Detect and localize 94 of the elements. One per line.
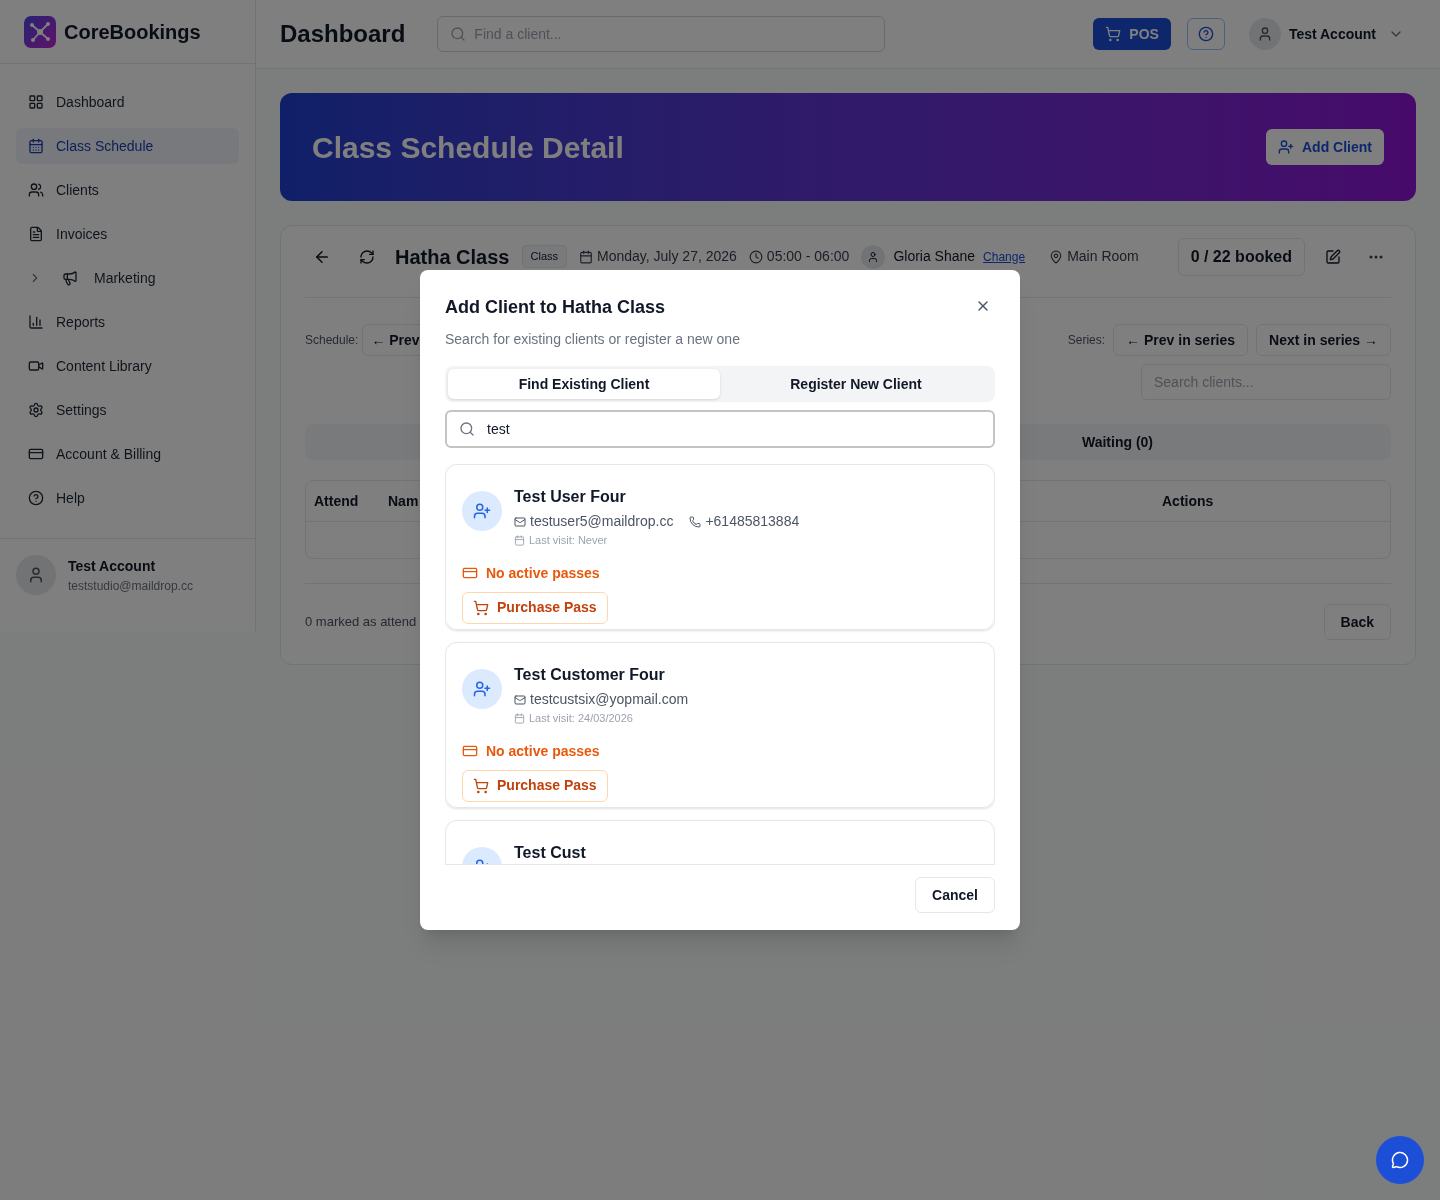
phone-icon <box>689 515 702 528</box>
pin-icon <box>1049 249 1064 264</box>
pass-status: No active passes <box>462 562 978 584</box>
client-email: testuser5@maildrop.cc <box>514 511 674 532</box>
add-client-button[interactable]: Add Client <box>1266 129 1384 165</box>
nav-icon <box>62 270 78 286</box>
purchase-pass-button[interactable]: Purchase Pass <box>462 591 608 624</box>
brand-name: CoreBookings <box>64 19 201 45</box>
user-plus-icon <box>462 669 502 709</box>
sidebar-item[interactable]: Marketing <box>16 260 239 296</box>
user-icon <box>867 250 880 263</box>
class-date: Monday, July 27, 2026 <box>579 246 737 267</box>
cancel-button[interactable]: Cancel <box>915 877 995 913</box>
schedule-label: Schedule: <box>305 332 359 349</box>
column-header: Nam <box>388 491 419 511</box>
instructor-name: Gloria Shane <box>893 247 976 266</box>
sidebar-item[interactable]: Invoices <box>16 216 239 252</box>
room: Main Room <box>1049 246 1139 267</box>
logo-icon <box>24 15 56 48</box>
card-icon <box>462 743 478 759</box>
more-icon <box>1369 254 1383 259</box>
client-card[interactable]: Test Customer Four testcustsix@yopmail.com Last visit: 24/03/2026 No active passes Purchase Pass <box>445 642 995 808</box>
last-visit: Last visit: 24/03/2026 <box>514 710 689 727</box>
last-visit: Last visit: Never <box>514 532 800 549</box>
class-badge: Class <box>521 245 567 268</box>
change-link[interactable]: Change <box>983 247 1026 266</box>
column-header: Actions <box>1162 491 1215 511</box>
user-icon <box>27 566 45 584</box>
client-phone: +61485813884 <box>689 511 800 532</box>
sidebar-item[interactable]: Class Schedule <box>16 128 239 164</box>
user-email: teststudio@maildrop.cc <box>68 577 193 595</box>
attendance-summary: 0 marked as attend <box>305 613 417 632</box>
booked-count: 0 / 22 booked <box>1177 237 1305 276</box>
banner-title: Class Schedule Detail <box>312 129 624 166</box>
client-card[interactable]: Test Cust <box>445 820 995 864</box>
calendar-icon <box>514 712 525 724</box>
page-title: Dashboard <box>280 19 406 49</box>
sidebar-item[interactable]: Content Library <box>16 348 239 384</box>
mail-icon <box>514 693 526 706</box>
calendar-icon <box>579 249 593 264</box>
cart-icon <box>473 777 489 794</box>
calendar-icon <box>514 534 525 546</box>
client-card[interactable]: Test User Four testuser5@maildrop.cc +61485813884 Last visit: Never No active passes Purchase Pass <box>445 464 995 630</box>
user-plus-icon <box>462 491 502 531</box>
column-header: Attend <box>314 491 360 511</box>
nav-icon <box>28 446 44 462</box>
dialog-subtitle: Search for existing clients or register a new one <box>445 330 741 349</box>
chat-icon <box>1391 1151 1409 1169</box>
nav-icon <box>28 138 44 154</box>
search-icon <box>450 26 467 42</box>
search-icon <box>459 421 475 437</box>
class-time: 05:00 - 06:00 <box>748 246 850 267</box>
tab[interactable]: Register New Client <box>720 369 992 399</box>
sidebar-item[interactable]: Dashboard <box>16 84 239 120</box>
sidebar-item[interactable]: Help <box>16 480 239 516</box>
nav-icon <box>28 358 44 374</box>
dialog-title: Add Client to Hatha Class <box>445 296 666 319</box>
clock-icon <box>748 249 763 264</box>
pos-button[interactable]: POS <box>1093 18 1171 50</box>
sidebar-item[interactable]: Settings <box>16 392 239 428</box>
nav-icon <box>28 226 44 242</box>
client-name: Test Customer Four <box>514 665 666 685</box>
nav-icon <box>28 402 44 418</box>
user-plus-icon <box>1278 139 1294 155</box>
sidebar-item[interactable]: Clients <box>16 172 239 208</box>
client-search-field[interactable]: test <box>445 410 995 448</box>
card-icon <box>462 565 478 581</box>
client-name: Test User Four <box>514 487 627 507</box>
user-name: Test Account <box>68 556 157 576</box>
back-button[interactable]: Back <box>1323 604 1391 640</box>
series-label: Series: <box>1067 332 1106 349</box>
client-email: testcustsix@yopmail.com <box>514 689 689 710</box>
tab[interactable]: Find Existing Client <box>448 369 720 399</box>
client-name: Test Cust <box>514 843 586 863</box>
refresh-icon <box>359 248 375 265</box>
prev-series-button[interactable]: ← Prev in series <box>1113 324 1249 356</box>
sidebar-item[interactable]: Account & Billing <box>16 436 239 472</box>
help-icon <box>1197 26 1214 42</box>
pass-status: No active passes <box>462 740 978 762</box>
nav-icon <box>28 490 44 506</box>
cart-icon <box>1105 26 1122 42</box>
edit-icon <box>1325 248 1341 265</box>
nav-icon <box>28 94 44 110</box>
next-series-button[interactable]: Next in series → <box>1256 324 1391 356</box>
mail-icon <box>514 515 526 528</box>
nav-icon <box>28 182 44 198</box>
nav-icon <box>28 314 44 330</box>
cart-icon <box>473 599 489 616</box>
chat-button[interactable] <box>1376 1136 1424 1184</box>
account-menu[interactable]: Test Account <box>1248 18 1404 50</box>
class-title: Hatha Class <box>395 244 510 270</box>
sidebar-item[interactable]: Reports <box>16 304 239 340</box>
purchase-pass-button[interactable]: Purchase Pass <box>462 769 608 802</box>
help-button[interactable] <box>1186 18 1225 50</box>
